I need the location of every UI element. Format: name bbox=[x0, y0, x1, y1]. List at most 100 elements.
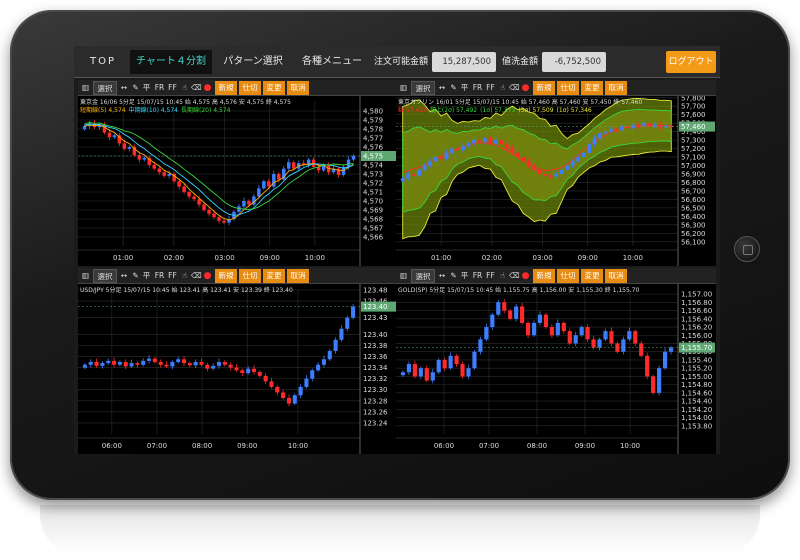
horizontal-arrow-icon[interactable]: ↔ bbox=[119, 269, 129, 283]
cancel-order-button[interactable]: 取消 bbox=[287, 81, 309, 95]
tab-top[interactable]: TOP bbox=[80, 50, 126, 74]
fr-button[interactable]: FR bbox=[154, 81, 165, 95]
select-button[interactable]: 選択 bbox=[411, 269, 435, 283]
logout-button[interactable]: ログアウト bbox=[666, 51, 716, 73]
pencil-icon[interactable]: ✎ bbox=[131, 269, 140, 283]
fr-button[interactable]: FR bbox=[154, 269, 165, 283]
drop-icon[interactable]: ● bbox=[521, 269, 530, 283]
y-tick-label: 4,572 bbox=[363, 180, 383, 188]
fr-button[interactable]: FR bbox=[472, 81, 483, 95]
drop-icon[interactable]: ● bbox=[521, 81, 530, 95]
chart-svg[interactable]: 1,157.001,156.801,156.601,156.401,156.20… bbox=[396, 284, 716, 454]
eraser-icon[interactable]: ⌫ bbox=[191, 81, 202, 95]
candle-body bbox=[439, 157, 444, 159]
candle-body bbox=[591, 339, 596, 348]
drop-icon[interactable]: ● bbox=[203, 81, 212, 95]
chart-type-icon[interactable]: ▥ bbox=[81, 269, 90, 283]
candle-body bbox=[281, 392, 286, 398]
pencil-icon[interactable]: ✎ bbox=[131, 81, 140, 95]
eraser-icon[interactable]: ⌫ bbox=[509, 269, 520, 283]
x-tick-label: 10:00 bbox=[620, 442, 640, 450]
drop-icon[interactable]: ● bbox=[203, 269, 212, 283]
new-order-button[interactable]: 新規 bbox=[533, 81, 555, 95]
candle-body bbox=[228, 364, 233, 368]
tab-various-menu[interactable]: 各種メニュー bbox=[294, 50, 370, 74]
hand-pointer-icon[interactable]: ☝ bbox=[180, 269, 189, 283]
candle-body bbox=[555, 322, 560, 336]
flat-button[interactable]: 平 bbox=[142, 81, 151, 95]
chart-type-icon[interactable]: ▥ bbox=[399, 269, 408, 283]
candle-body bbox=[625, 126, 630, 129]
pencil-icon[interactable]: ✎ bbox=[449, 81, 458, 95]
candle-body bbox=[433, 157, 438, 162]
home-button[interactable] bbox=[734, 236, 760, 262]
candle-body bbox=[418, 368, 423, 377]
modify-button[interactable]: 変更 bbox=[263, 81, 285, 95]
candle-body bbox=[152, 358, 157, 362]
settle-button[interactable]: 仕切 bbox=[557, 81, 579, 95]
y-tick-label: 123.26 bbox=[363, 408, 388, 416]
fr-button[interactable]: FR bbox=[472, 269, 483, 283]
ff-button[interactable]: FF bbox=[167, 269, 178, 283]
candle-body bbox=[82, 364, 87, 368]
select-button[interactable]: 選択 bbox=[93, 269, 117, 283]
candle-body bbox=[598, 133, 602, 139]
settle-button[interactable]: 仕切 bbox=[239, 81, 261, 95]
y-tick-label: 1,156.40 bbox=[681, 315, 712, 323]
chart-area: 123.48 123.46 123.43 123.40 123.38 123.36 123.… bbox=[78, 284, 398, 454]
chart-type-icon[interactable]: ▥ bbox=[81, 81, 90, 95]
settle-button[interactable]: 仕切 bbox=[557, 269, 579, 283]
candle-body bbox=[641, 123, 646, 126]
y-tick-label: 56,500 bbox=[681, 204, 706, 212]
select-button[interactable]: 選択 bbox=[93, 81, 117, 95]
eraser-icon[interactable]: ⌫ bbox=[191, 269, 202, 283]
modify-button[interactable]: 変更 bbox=[581, 81, 603, 95]
flat-button[interactable]: 平 bbox=[460, 269, 469, 283]
flat-button[interactable]: 平 bbox=[460, 81, 469, 95]
tab-chart-4-split[interactable]: チャート４分割 bbox=[130, 50, 212, 74]
ff-button[interactable]: FF bbox=[485, 81, 496, 95]
chart-svg[interactable]: 57,80057,70057,60057,50057,40057,30057,2… bbox=[396, 96, 716, 266]
candle-body bbox=[251, 368, 257, 372]
ff-button[interactable]: FF bbox=[485, 269, 496, 283]
chart-svg[interactable]: 123.48123.46123.43123.40123.38123.36123.… bbox=[78, 284, 398, 454]
y-tick-label: 56,300 bbox=[681, 221, 706, 229]
chart-type-icon[interactable]: ▥ bbox=[399, 81, 408, 95]
candle-body bbox=[181, 359, 187, 364]
candle-body bbox=[117, 362, 122, 365]
candle-body bbox=[442, 359, 447, 369]
horizontal-arrow-icon[interactable]: ↔ bbox=[437, 269, 447, 283]
cancel-order-button[interactable]: 取消 bbox=[605, 81, 627, 95]
tab-pattern-select[interactable]: パターン選択 bbox=[216, 50, 290, 74]
horizontal-arrow-icon[interactable]: ↔ bbox=[119, 81, 129, 95]
hand-pointer-icon[interactable]: ☝ bbox=[180, 81, 189, 95]
modify-button[interactable]: 変更 bbox=[263, 269, 285, 283]
modify-button[interactable]: 変更 bbox=[581, 269, 603, 283]
settle-button[interactable]: 仕切 bbox=[239, 269, 261, 283]
chart-area: 57,80057,70057,60057,50057,40057,30057,2… bbox=[396, 96, 716, 266]
chart-toolbar: ▥ 選択 ↔ ✎ 平 FR FF ☝ ⌫ ● 新規 仕切 変更 取消 bbox=[396, 80, 716, 96]
eraser-icon[interactable]: ⌫ bbox=[509, 81, 520, 95]
candle-body bbox=[570, 161, 575, 166]
candle-body bbox=[621, 339, 626, 352]
new-order-button[interactable]: 新規 bbox=[533, 269, 555, 283]
candle-body bbox=[327, 350, 332, 360]
candle-body bbox=[321, 359, 326, 365]
y-tick-label: 123.48 bbox=[363, 287, 388, 295]
hand-pointer-icon[interactable]: ☝ bbox=[498, 269, 507, 283]
new-order-button[interactable]: 新規 bbox=[215, 81, 237, 95]
horizontal-arrow-icon[interactable]: ↔ bbox=[437, 81, 447, 95]
hand-pointer-icon[interactable]: ☝ bbox=[498, 81, 507, 95]
chart-svg[interactable]: 4,5804,5794,5784,5774,5764,5754,5744,573… bbox=[78, 96, 398, 266]
pencil-icon[interactable]: ✎ bbox=[449, 269, 458, 283]
cancel-order-button[interactable]: 取消 bbox=[605, 269, 627, 283]
y-tick-label: 1,154.40 bbox=[681, 398, 712, 406]
ff-button[interactable]: FF bbox=[167, 81, 178, 95]
new-order-button[interactable]: 新規 bbox=[215, 269, 237, 283]
select-button[interactable]: 選択 bbox=[411, 81, 435, 95]
flat-button[interactable]: 平 bbox=[142, 269, 151, 283]
candle-body bbox=[339, 328, 344, 340]
current-price-label: 1,155.70 bbox=[681, 344, 712, 352]
cancel-order-button[interactable]: 取消 bbox=[287, 269, 309, 283]
candle-body bbox=[123, 362, 128, 367]
